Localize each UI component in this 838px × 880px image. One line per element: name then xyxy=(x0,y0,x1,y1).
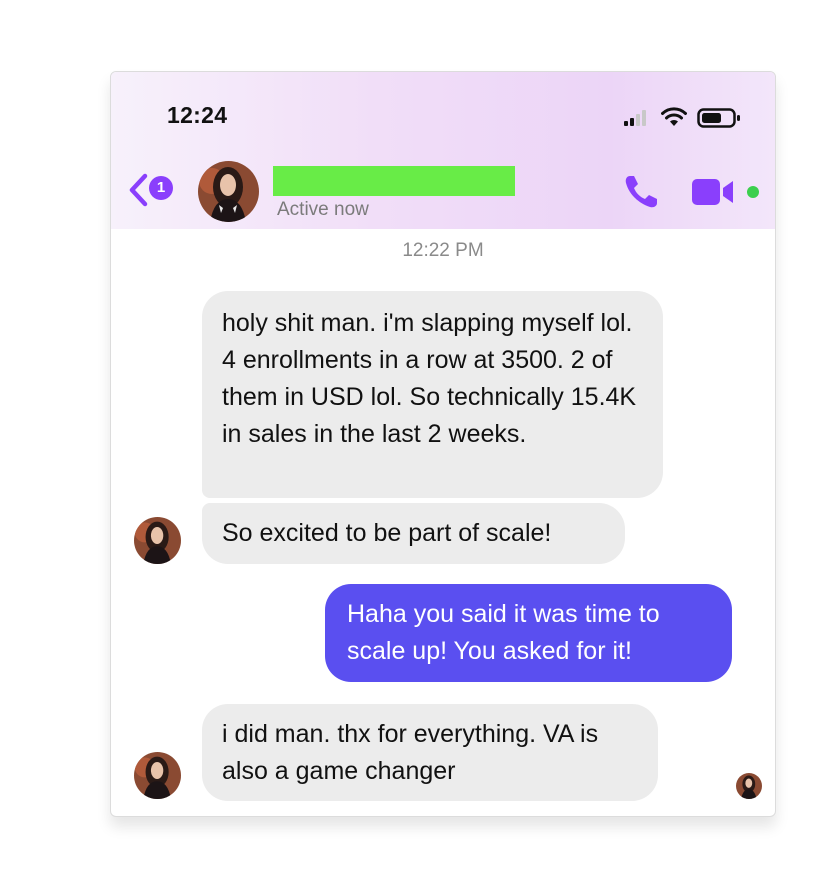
phone-icon[interactable] xyxy=(621,172,661,212)
chat-screenshot-card: 12:24 1 Active now 12:22 PM holy shit ma… xyxy=(110,71,776,817)
unread-count-badge[interactable]: 1 xyxy=(149,176,173,200)
contact-avatar-small[interactable] xyxy=(134,752,181,799)
contact-avatar-small[interactable] xyxy=(134,517,181,564)
battery-icon xyxy=(697,108,740,128)
incoming-message: i did man. thx for everything. VA is als… xyxy=(202,704,658,801)
incoming-message: holy shit man. i'm slapping myself lol. … xyxy=(202,291,663,498)
incoming-message: So excited to be part of scale! xyxy=(202,503,625,564)
read-receipt-avatar xyxy=(736,773,762,799)
back-chevron-icon[interactable] xyxy=(127,172,149,208)
contact-avatar[interactable] xyxy=(198,161,259,222)
signal-icon xyxy=(624,110,646,126)
outgoing-message: Haha you said it was time to scale up! Y… xyxy=(325,584,732,682)
contact-status: Active now xyxy=(277,199,369,220)
conversation-timestamp: 12:22 PM xyxy=(402,240,484,261)
video-camera-icon[interactable] xyxy=(691,175,741,209)
contact-name-redacted xyxy=(273,166,515,196)
online-status-dot xyxy=(747,186,759,198)
status-time: 12:24 xyxy=(167,102,228,128)
chat-header: 12:24 1 Active now xyxy=(111,72,775,229)
wifi-icon xyxy=(661,107,687,126)
